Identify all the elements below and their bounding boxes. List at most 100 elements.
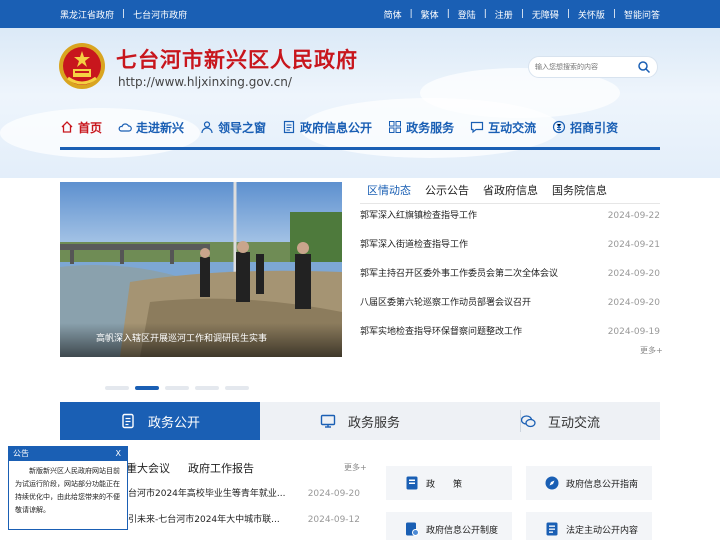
tab-work-report[interactable]: 政府工作报告 xyxy=(188,460,254,476)
meetings-more-link[interactable]: 更多+ xyxy=(344,462,367,473)
link-province-gov[interactable]: 黑龙江省政府 xyxy=(60,8,114,21)
separator: | xyxy=(483,9,487,19)
news-date: 2024-09-22 xyxy=(607,211,660,221)
separator: | xyxy=(566,9,570,19)
list-doc-icon xyxy=(546,522,558,536)
search-input[interactable] xyxy=(535,60,635,74)
news-slideshow[interactable]: 高帆深入辖区开展巡河工作和调研民生实事 xyxy=(60,182,342,357)
top-links-right: 简体 | 繁体 | 登陆 | 注册 | 无障碍 | 关怀版 | 智能问答 xyxy=(384,0,660,28)
news-item[interactable]: 郭军实地检查指导环保督察问题整改工作 2024-09-19 xyxy=(360,322,660,351)
nav-label: 政务服务 xyxy=(406,120,455,135)
news-date: 2024-09-19 xyxy=(607,327,660,337)
document-icon xyxy=(283,120,295,134)
header-banner: 七台河市新兴区人民政府 http://www.hljxinxing.gov.cn… xyxy=(0,28,720,178)
quick-link-policy[interactable]: 政 策 xyxy=(386,466,512,500)
nav-gov-info[interactable]: 政府信息公开 xyxy=(282,119,372,136)
nav-label: 领导之窗 xyxy=(218,120,267,135)
service-tab-gov-affairs[interactable]: 政务公开 xyxy=(60,402,260,440)
nav-interaction[interactable]: 互动交流 xyxy=(470,119,536,136)
doc-list-icon xyxy=(122,413,134,429)
slide-dot[interactable] xyxy=(105,386,129,390)
service-divider xyxy=(520,410,521,432)
slide-dot-active[interactable] xyxy=(135,386,159,390)
compass-icon xyxy=(545,476,559,490)
slide-dot[interactable] xyxy=(165,386,189,390)
tab-major-meetings[interactable]: 重大会议 xyxy=(126,460,170,476)
notice-popup: 公告 X 新版新兴区人民政府网站目前为试运行阶段，网站部分功能正在持续优化中，由… xyxy=(8,446,128,530)
quick-link-label: 法定主动公开内容 xyxy=(566,525,639,536)
list-item-title: 引未来-七台河市2024年大中城市联... xyxy=(128,515,280,525)
news-title: 八届区委第六轮巡察工作动员部署会议召开 xyxy=(360,298,532,308)
tab-state-council-info[interactable]: 国务院信息 xyxy=(552,182,607,198)
nav-services[interactable]: 政务服务 xyxy=(388,119,454,136)
service-tab-gov-services[interactable]: 政务服务 xyxy=(260,402,460,440)
news-title: 郭军深入红旗镇检查指导工作 xyxy=(360,211,478,221)
nav-investment[interactable]: 招商引资 xyxy=(552,119,618,136)
news-item[interactable]: 郭军主持召开区委外事工作委员会第二次全体会议 2024-09-20 xyxy=(360,264,660,293)
link-accessibility[interactable]: 无障碍 xyxy=(532,8,559,21)
quick-link-label: 政 策 xyxy=(426,479,463,490)
link-login[interactable]: 登陆 xyxy=(458,8,476,21)
quick-link-info-system[interactable]: 政府信息公开制度 xyxy=(386,512,512,540)
list-item-date: 2024-09-12 xyxy=(307,515,360,525)
site-url: http://www.hljxinxing.gov.cn/ xyxy=(118,75,292,89)
nav-home[interactable]: 首页 xyxy=(60,119,102,136)
tab-announcements[interactable]: 公示公告 xyxy=(425,182,469,198)
nav-label: 招商引资 xyxy=(570,120,619,135)
service-bar: 政务公开 政务服务 互动交流 xyxy=(60,402,660,440)
notice-body: 新版新兴区人民政府网站目前为试运行阶段，网站部分功能正在持续优化中，由此给您带来… xyxy=(15,467,120,514)
service-label: 互动交流 xyxy=(547,415,600,431)
tab-province-info[interactable]: 省政府信息 xyxy=(483,182,538,198)
site-title: 七台河市新兴区人民政府 xyxy=(116,48,358,72)
separator: | xyxy=(446,9,450,19)
slide-dot[interactable] xyxy=(225,386,249,390)
list-item[interactable]: 台河市2024年高校毕业生等青年就业... 2024-09-20 xyxy=(128,486,360,512)
tab-district-news[interactable]: 区情动态 xyxy=(367,182,411,198)
news-date: 2024-09-20 xyxy=(607,269,660,279)
notice-close-button[interactable]: X xyxy=(116,447,121,461)
meeting-list: 台河市2024年高校毕业生等青年就业... 2024-09-20 引未来-七台河市… xyxy=(128,486,360,538)
chat-bubbles-icon xyxy=(520,415,536,428)
link-register[interactable]: 注册 xyxy=(495,8,513,21)
link-traditional[interactable]: 繁体 xyxy=(421,8,439,21)
separator: | xyxy=(122,9,126,19)
slide-indicators xyxy=(105,386,249,390)
news-title: 郭军深入街道检查指导工作 xyxy=(360,240,469,250)
news-item[interactable]: 郭军深入街道检查指导工作 2024-09-21 xyxy=(360,235,660,264)
quick-link-info-guide[interactable]: 政府信息公开指南 xyxy=(526,466,652,500)
service-label: 政务公开 xyxy=(147,415,200,431)
nav-about[interactable]: 走进新兴 xyxy=(118,119,184,136)
national-emblem-icon xyxy=(59,43,105,89)
news-item[interactable]: 八届区委第六轮巡察工作动员部署会议召开 2024-09-20 xyxy=(360,293,660,322)
news-date: 2024-09-20 xyxy=(607,298,660,308)
separator: | xyxy=(612,9,616,19)
monitor-icon xyxy=(320,414,336,428)
separator: | xyxy=(409,9,413,19)
search-icon[interactable] xyxy=(637,60,651,74)
quick-link-label: 政府信息公开制度 xyxy=(426,525,499,536)
nav-leaders[interactable]: 领导之窗 xyxy=(200,119,266,136)
home-icon xyxy=(61,121,73,133)
news-title: 郭军主持召开区委外事工作委员会第二次全体会议 xyxy=(360,269,559,279)
news-date: 2024-09-21 xyxy=(607,240,660,250)
news-title: 郭军实地检查指导环保督察问题整改工作 xyxy=(360,327,523,337)
slide-dot[interactable] xyxy=(195,386,219,390)
money-icon xyxy=(552,120,566,134)
list-item[interactable]: 引未来-七台河市2024年大中城市联... 2024-09-12 xyxy=(128,512,360,538)
news-tabs-divider xyxy=(360,203,660,204)
cloud-icon xyxy=(118,123,132,132)
slide-caption-bar: 高帆深入辖区开展巡河工作和调研民生实事 xyxy=(60,323,342,357)
news-more-link[interactable]: 更多+ xyxy=(640,345,663,356)
slide-caption[interactable]: 高帆深入辖区开展巡河工作和调研民生实事 xyxy=(96,331,267,344)
news-tabs: 区情动态 公示公告 省政府信息 国务院信息 xyxy=(360,182,660,198)
link-city-gov[interactable]: 七台河市政府 xyxy=(133,8,187,21)
stamp-doc-icon xyxy=(406,522,419,536)
link-smart-qa[interactable]: 智能问答 xyxy=(624,8,660,21)
quick-link-statutory-content[interactable]: 法定主动公开内容 xyxy=(526,512,652,540)
link-care-version[interactable]: 关怀版 xyxy=(578,8,605,21)
service-tab-interaction[interactable]: 互动交流 xyxy=(460,402,660,440)
list-item-title: 台河市2024年高校毕业生等青年就业... xyxy=(128,489,286,499)
news-item[interactable]: 郭军深入红旗镇检查指导工作 2024-09-22 xyxy=(360,206,660,235)
link-simplified[interactable]: 简体 xyxy=(384,8,402,21)
nav-label: 走进新兴 xyxy=(136,120,185,135)
